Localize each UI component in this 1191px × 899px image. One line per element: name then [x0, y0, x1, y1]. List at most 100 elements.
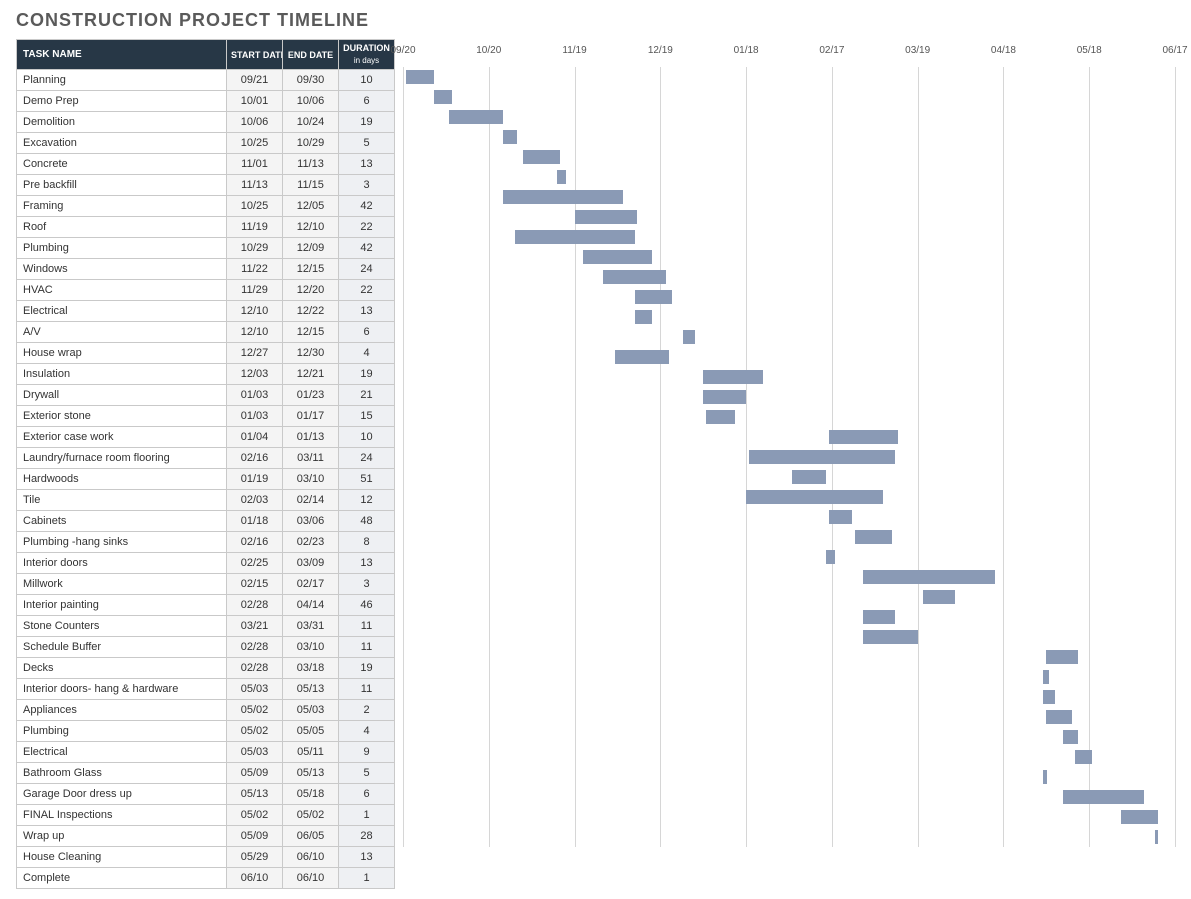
- task-duration-cell: 3: [339, 574, 395, 595]
- task-end-cell: 06/05: [283, 826, 339, 847]
- gantt-bar: [863, 630, 917, 644]
- task-duration-cell: 46: [339, 595, 395, 616]
- task-name-cell: Exterior case work: [17, 427, 227, 448]
- task-end-cell: 04/14: [283, 595, 339, 616]
- task-duration-cell: 5: [339, 133, 395, 154]
- table-row: Wrap up05/0906/0528: [17, 826, 395, 847]
- task-name-cell: FINAL Inspections: [17, 805, 227, 826]
- task-end-cell: 06/10: [283, 868, 339, 889]
- task-end-cell: 12/10: [283, 217, 339, 238]
- gantt-bar: [615, 350, 669, 364]
- gantt-bar: [583, 250, 652, 264]
- task-name-cell: Millwork: [17, 574, 227, 595]
- task-duration-cell: 15: [339, 406, 395, 427]
- gantt-bar: [829, 430, 898, 444]
- task-start-cell: 01/03: [227, 406, 283, 427]
- table-row: House Cleaning05/2906/1013: [17, 847, 395, 868]
- task-start-cell: 05/09: [227, 826, 283, 847]
- gantt-axis: 09/2010/2011/1912/1901/1802/1703/1904/18…: [403, 39, 1175, 67]
- task-name-cell: Plumbing: [17, 238, 227, 259]
- table-row: Plumbing -hang sinks02/1602/238: [17, 532, 395, 553]
- gantt-row: [403, 647, 1175, 667]
- table-row: Schedule Buffer02/2803/1011: [17, 637, 395, 658]
- gantt-bar: [1063, 790, 1143, 804]
- task-end-cell: 01/13: [283, 427, 339, 448]
- table-row: Interior painting02/2804/1446: [17, 595, 395, 616]
- task-duration-cell: 6: [339, 91, 395, 112]
- gantt-bar: [792, 470, 826, 484]
- table-row: Excavation10/2510/295: [17, 133, 395, 154]
- task-start-cell: 05/02: [227, 721, 283, 742]
- task-start-cell: 10/29: [227, 238, 283, 259]
- task-duration-cell: 13: [339, 553, 395, 574]
- task-duration-cell: 2: [339, 700, 395, 721]
- task-name-cell: Windows: [17, 259, 227, 280]
- gantt-bar: [1046, 650, 1077, 664]
- gantt-row: [403, 767, 1175, 787]
- task-end-cell: 12/09: [283, 238, 339, 259]
- gantt-bar: [863, 570, 995, 584]
- task-start-cell: 02/25: [227, 553, 283, 574]
- gantt-row: [403, 367, 1175, 387]
- table-row: Framing10/2512/0542: [17, 196, 395, 217]
- gantt-bar: [503, 130, 517, 144]
- task-start-cell: 06/10: [227, 868, 283, 889]
- task-name-cell: Complete: [17, 868, 227, 889]
- task-end-cell: 10/24: [283, 112, 339, 133]
- gantt-bar: [449, 110, 503, 124]
- table-row: Pre backfill11/1311/153: [17, 175, 395, 196]
- task-name-cell: Appliances: [17, 700, 227, 721]
- gantt-bar: [749, 450, 895, 464]
- gantt-bar: [826, 550, 835, 564]
- gantt-bar: [703, 390, 746, 404]
- task-end-cell: 10/06: [283, 91, 339, 112]
- task-start-cell: 12/10: [227, 322, 283, 343]
- task-name-cell: Framing: [17, 196, 227, 217]
- task-duration-cell: 1: [339, 868, 395, 889]
- task-end-cell: 02/23: [283, 532, 339, 553]
- gantt-row: [403, 467, 1175, 487]
- task-duration-cell: 19: [339, 364, 395, 385]
- gantt-bar: [703, 370, 763, 384]
- task-end-cell: 02/17: [283, 574, 339, 595]
- table-row: Demo Prep10/0110/066: [17, 91, 395, 112]
- task-duration-cell: 3: [339, 175, 395, 196]
- task-end-cell: 03/18: [283, 658, 339, 679]
- gantt-bar: [635, 290, 672, 304]
- gantt-bar: [434, 90, 451, 104]
- task-table-header-row: TASK NAME START DATE END DATE DURATIONin…: [17, 40, 395, 70]
- task-duration-cell: 42: [339, 238, 395, 259]
- task-end-cell: 12/15: [283, 322, 339, 343]
- task-duration-cell: 6: [339, 322, 395, 343]
- gantt-chart: 09/2010/2011/1912/1901/1802/1703/1904/18…: [403, 39, 1175, 847]
- table-row: Plumbing10/2912/0942: [17, 238, 395, 259]
- gantt-row: [403, 827, 1175, 847]
- task-end-cell: 05/02: [283, 805, 339, 826]
- task-end-cell: 05/13: [283, 679, 339, 700]
- task-duration-cell: 19: [339, 658, 395, 679]
- table-row: Concrete11/0111/1313: [17, 154, 395, 175]
- table-row: Exterior stone01/0301/1715: [17, 406, 395, 427]
- axis-tick-label: 05/18: [1077, 45, 1102, 56]
- task-end-cell: 09/30: [283, 70, 339, 91]
- task-duration-cell: 4: [339, 721, 395, 742]
- task-start-cell: 11/01: [227, 154, 283, 175]
- task-duration-cell: 42: [339, 196, 395, 217]
- gantt-row: [403, 387, 1175, 407]
- task-start-cell: 01/04: [227, 427, 283, 448]
- task-name-cell: Electrical: [17, 301, 227, 322]
- task-duration-cell: 21: [339, 385, 395, 406]
- task-duration-cell: 5: [339, 763, 395, 784]
- table-row: Cabinets01/1803/0648: [17, 511, 395, 532]
- task-name-cell: A/V: [17, 322, 227, 343]
- table-row: Bathroom Glass05/0905/135: [17, 763, 395, 784]
- task-start-cell: 02/03: [227, 490, 283, 511]
- task-name-cell: Excavation: [17, 133, 227, 154]
- task-start-cell: 02/28: [227, 637, 283, 658]
- task-start-cell: 10/25: [227, 133, 283, 154]
- task-end-cell: 06/10: [283, 847, 339, 868]
- table-row: Interior doors- hang & hardware05/0305/1…: [17, 679, 395, 700]
- gantt-row: [403, 287, 1175, 307]
- task-name-cell: Drywall: [17, 385, 227, 406]
- gantt-row: [403, 787, 1175, 807]
